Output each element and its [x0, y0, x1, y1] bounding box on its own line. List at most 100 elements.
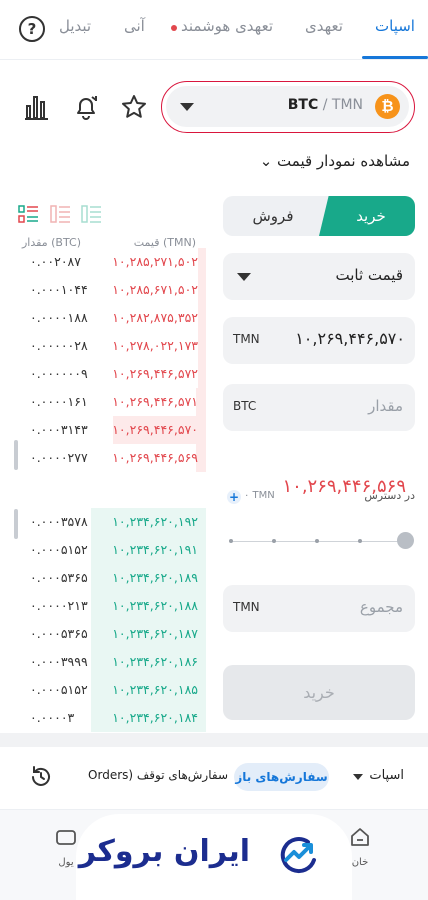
bid-row[interactable]: ۱۰,۲۳۴,۶۲۰,۱۸۹ ۰.۰۰۰۵۳۶۵ [0, 564, 206, 592]
price-alert-bell-icon[interactable] [72, 93, 100, 121]
bid-row[interactable]: ۱۰,۲۳۴,۶۲۰,۱۹۲ ۰.۰۰۰۳۵۷۸ [0, 508, 206, 536]
home-icon [351, 828, 369, 846]
bid-row[interactable]: ۱۰,۲۳۴,۶۲۰,۱۸۶ ۰.۰۰۰۳۹۹۹ [0, 648, 206, 676]
chevron-down-icon [237, 273, 251, 281]
show-price-chart-toggle[interactable]: مشاهده نمودار قیمت ⌄ [260, 152, 410, 170]
orders-tab-bar: اسپات سفارش‌های باز سفارش‌های توقف (Orde… [0, 747, 428, 809]
market-selector[interactable]: BTC / TMN ₿ [161, 81, 415, 133]
ask-price: ۱۰,۲۶۹,۴۴۶,۵۶۹ [112, 450, 198, 465]
ask-depth-bar [198, 304, 206, 332]
brand-logo-icon [280, 837, 316, 874]
brand-logo-text: ایران بروکر [78, 834, 250, 869]
bid-price: ۱۰,۲۳۴,۶۲۰,۱۸۵ [112, 682, 198, 697]
active-tab-indicator [362, 56, 428, 59]
available-balance-value: ۰ TMN [244, 490, 275, 501]
amount-placeholder: مقدار [368, 397, 403, 415]
orderbook-sell-icon[interactable] [50, 204, 72, 224]
ask-row[interactable]: ۱۰,۲۷۸,۰۲۲,۱۷۳ ۰.۰۰۰۰۰۲۸ [0, 332, 206, 360]
bid-amount: ۰.۰۰۰۵۱۵۲ [30, 682, 88, 697]
ask-row[interactable]: ۱۰,۲۶۹,۴۴۶,۵۶۹ ۰.۰۰۰۰۲۷۷ [0, 444, 206, 472]
bid-row[interactable]: ۱۰,۲۳۴,۶۲۰,۱۹۱ ۰.۰۰۰۵۱۵۲ [0, 536, 206, 564]
bid-price: ۱۰,۲۳۴,۶۲۰,۱۸۷ [112, 626, 198, 641]
chart-bars-icon[interactable] [22, 93, 50, 121]
slider-step-25[interactable] [272, 539, 276, 543]
ask-depth-bar [198, 360, 206, 388]
nav-home-label: خان [351, 857, 369, 868]
ask-price: ۱۰,۲۶۹,۴۴۶,۵۷۰ [112, 422, 198, 437]
ask-price: ۱۰,۲۸۵,۶۷۱,۵۰۲ [112, 282, 198, 297]
ask-row[interactable]: ۱۰,۲۶۹,۴۴۶,۵۷۰ ۰.۰۰۰۳۱۴۳ [0, 416, 206, 444]
brand-watermark: ایران بروکر [76, 814, 352, 900]
bid-row[interactable]: ۱۰,۲۳۴,۶۲۰,۱۸۴ ۰.۰۰۰۰۳ [0, 704, 206, 732]
ask-row[interactable]: ۱۰,۲۶۹,۴۴۶,۵۷۲ ۰.۰۰۰۰۰۰۹ [0, 360, 206, 388]
price-unit: TMN [233, 332, 260, 346]
tab-open-orders[interactable]: سفارش‌های باز [234, 763, 329, 791]
ask-price: ۱۰,۲۷۸,۰۲۲,۱۷۳ [112, 338, 198, 353]
market-pair: BTC / TMN [288, 97, 363, 113]
price-field[interactable]: TMN ۱۰,۲۶۹,۴۴۶,۵۷۰ [223, 317, 415, 364]
pair-separator: / [318, 97, 332, 113]
ask-depth-bar [198, 332, 206, 360]
bids-scrollbar[interactable] [14, 509, 18, 539]
bid-price: ۱۰,۲۳۴,۶۲۰,۱۸۹ [112, 570, 198, 585]
order-type-select[interactable]: قیمت ثابت [223, 253, 415, 300]
asks-scrollbar[interactable] [14, 440, 18, 470]
bid-amount: ۰.۰۰۰۵۳۶۵ [30, 626, 88, 641]
chevron-down-icon [180, 103, 194, 111]
order-history-icon[interactable] [29, 765, 53, 789]
slider-step-0[interactable] [229, 539, 233, 543]
ask-amount: ۰.۰۰۰۰۰۰۹ [30, 366, 88, 381]
ask-row[interactable]: ۱۰,۲۶۹,۴۴۶,۵۷۱ ۰.۰۰۰۰۱۶۱ [0, 388, 206, 416]
orders-market-filter[interactable]: اسپات [369, 768, 404, 783]
total-placeholder: مجموع [359, 598, 403, 616]
total-unit: TMN [233, 600, 260, 614]
available-balance-label: در دسترس [364, 489, 415, 502]
amount-slider-thumb[interactable] [397, 532, 414, 549]
tab-stop-orders[interactable]: سفارش‌های توقف (Orders [62, 768, 228, 782]
bid-row[interactable]: ۱۰,۲۳۴,۶۲۰,۱۸۸ ۰.۰۰۰۰۲۱۳ [0, 592, 206, 620]
ask-row[interactable]: ۱۰,۲۸۵,۲۷۱,۵۰۲ ۰.۰۰۲۰۸۷ [0, 248, 206, 276]
tab-convert[interactable]: تبدیل [59, 17, 91, 35]
wallet-icon [56, 830, 76, 845]
section-divider [0, 733, 428, 747]
ask-amount: ۰.۰۰۰۰۱۶۱ [30, 394, 88, 409]
order-type-value: قیمت ثابت [335, 266, 403, 284]
ask-amount: ۰.۰۰۰۳۱۴۳ [30, 422, 88, 437]
bid-price: ۱۰,۲۳۴,۶۲۰,۱۸۸ [112, 598, 198, 613]
ask-price: ۱۰,۲۸۲,۸۷۵,۳۵۲ [112, 310, 198, 325]
ask-row[interactable]: ۱۰,۲۸۵,۶۷۱,۵۰۲ ۰.۰۰۰۱۰۴۴ [0, 276, 206, 304]
chevron-down-icon[interactable] [353, 774, 363, 780]
bid-amount: ۰.۰۰۰۵۱۵۲ [30, 542, 88, 557]
bid-row[interactable]: ۱۰,۲۳۴,۶۲۰,۱۸۷ ۰.۰۰۰۵۳۶۵ [0, 620, 206, 648]
bid-row[interactable]: ۱۰,۲۳۴,۶۲۰,۱۸۵ ۰.۰۰۰۵۱۵۲ [0, 676, 206, 704]
top-tab-bar: اسپات تعهدی تعهدی هوشمند آنی تبدیل ? [0, 0, 428, 60]
total-field[interactable]: TMN مجموع [223, 585, 415, 632]
tab-futures[interactable]: تعهدی [305, 17, 343, 35]
amount-field[interactable]: BTC مقدار [223, 384, 415, 431]
tab-spot[interactable]: اسپات [375, 17, 415, 35]
bid-price: ۱۰,۲۳۴,۶۲۰,۱۹۲ [112, 514, 198, 529]
deposit-plus-icon[interactable]: + [227, 490, 241, 504]
ask-amount: ۰.۰۰۰۰۲۷۷ [30, 450, 88, 465]
tab-smart-futures[interactable]: تعهدی هوشمند [181, 17, 273, 35]
ask-amount: ۰.۰۰۰۰۰۲۸ [30, 338, 88, 353]
ask-row[interactable]: ۱۰,۲۸۲,۸۷۵,۳۵۲ ۰.۰۰۰۰۱۸۸ [0, 304, 206, 332]
bid-price: ۱۰,۲۳۴,۶۲۰,۱۸۶ [112, 654, 198, 669]
bid-amount: ۰.۰۰۰۳۵۷۸ [30, 514, 88, 529]
slider-step-75[interactable] [358, 539, 362, 543]
sell-tab[interactable]: فروش [223, 196, 323, 236]
amount-unit: BTC [233, 399, 257, 413]
help-icon[interactable]: ? [19, 16, 45, 42]
bitcoin-icon: ₿ [375, 94, 400, 119]
slider-step-50[interactable] [315, 539, 319, 543]
submit-buy-button[interactable]: خرید [223, 665, 415, 720]
favorite-star-icon[interactable] [120, 93, 148, 121]
market-selector-inner: BTC / TMN ₿ [166, 86, 409, 127]
orderbook-buy-icon[interactable] [81, 204, 103, 224]
bid-amount: ۰.۰۰۰۵۳۶۵ [30, 570, 88, 585]
orderbook-both-icon[interactable] [18, 204, 40, 224]
buy-tab[interactable]: خرید [319, 196, 415, 236]
tab-instant[interactable]: آنی [124, 17, 145, 35]
buy-sell-toggle: فروش خرید [223, 196, 415, 236]
ask-amount: ۰.۰۰۰۱۰۴۴ [30, 282, 88, 297]
